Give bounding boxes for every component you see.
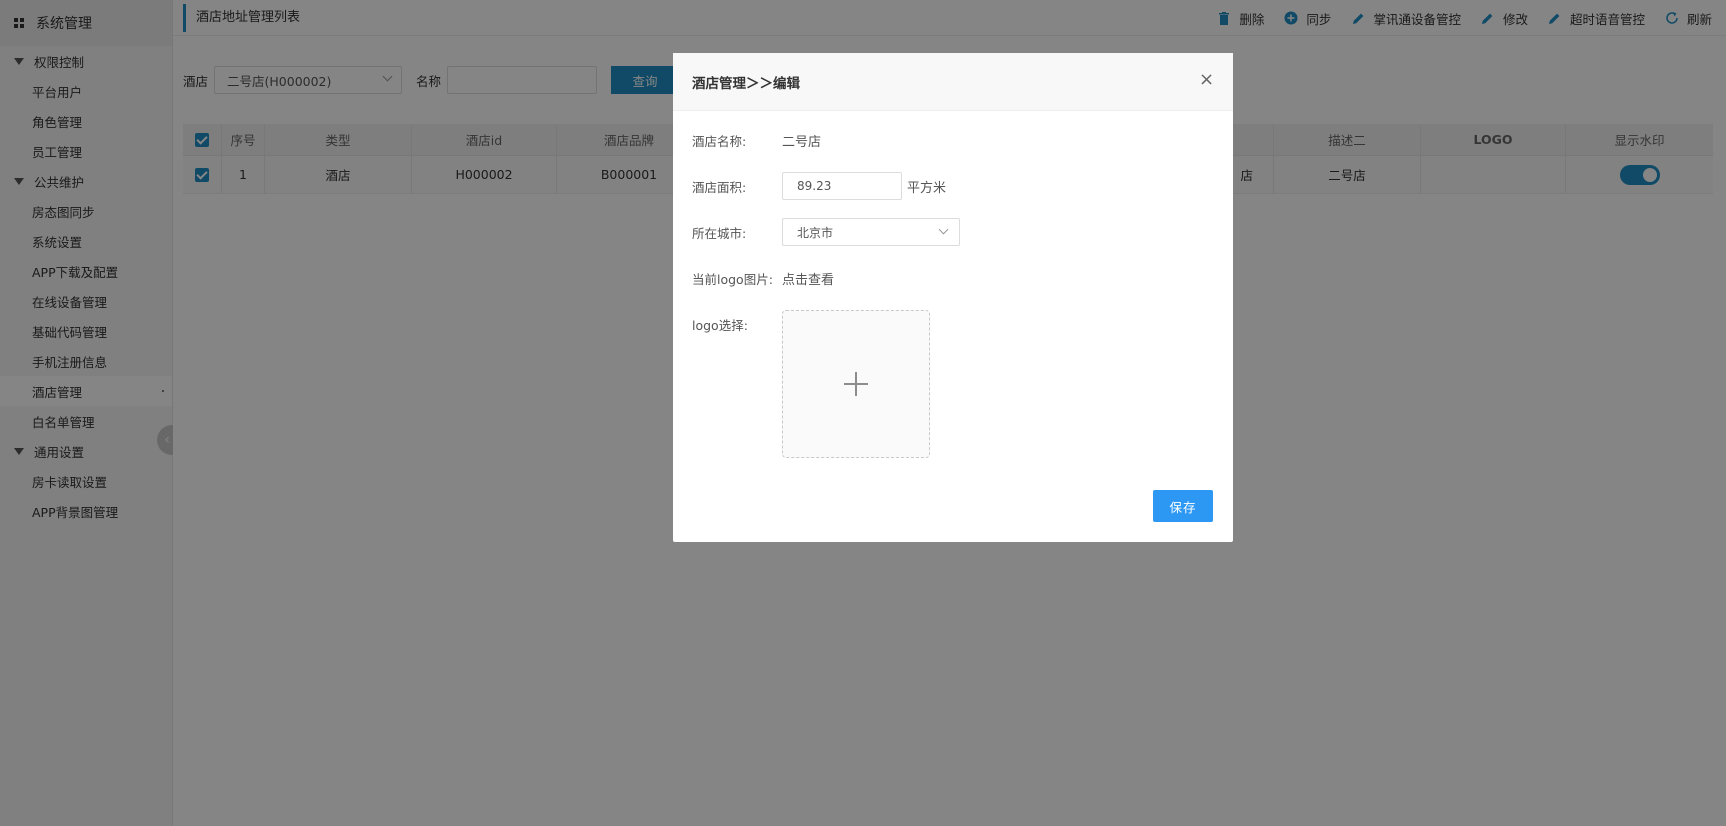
hotel-area-input[interactable]: 89.23 xyxy=(782,172,902,200)
plus-icon xyxy=(844,372,868,396)
form-row-current-logo: 当前logo图片: 点击查看 xyxy=(692,269,834,288)
dialog-title: 酒店管理＞＞编辑 xyxy=(692,75,800,92)
edit-hotel-dialog: 酒店管理＞＞编辑 × 酒店名称: 二号店 酒店面积: 89.23 平方米 所在城… xyxy=(673,53,1233,542)
city-select[interactable]: 北京市 xyxy=(782,218,960,246)
hotel-area-label: 酒店面积: xyxy=(692,179,747,195)
form-row-city: 所在城市: 北京市 xyxy=(692,218,960,246)
hotel-name-label: 酒店名称: xyxy=(692,134,747,149)
current-logo-label: 当前logo图片: xyxy=(692,272,773,287)
hotel-name-value: 二号店 xyxy=(782,135,822,150)
close-icon[interactable]: × xyxy=(1199,71,1214,89)
city-value: 北京市 xyxy=(797,225,834,240)
city-label: 所在城市: xyxy=(692,225,747,241)
chevron-down-icon xyxy=(938,224,949,235)
view-logo-link[interactable]: 点击查看 xyxy=(782,269,834,288)
form-row-hotel-name: 酒店名称: 二号店 xyxy=(692,131,821,150)
save-button[interactable]: 保存 xyxy=(1153,490,1213,522)
form-row-hotel-area: 酒店面积: 89.23 平方米 xyxy=(692,172,946,200)
logo-select-label: logo选择: xyxy=(692,318,748,333)
logo-upload-area[interactable] xyxy=(782,310,930,458)
dialog-header: 酒店管理＞＞编辑 × xyxy=(673,53,1233,111)
form-row-logo-select: logo选择: xyxy=(692,315,782,334)
area-unit: 平方米 xyxy=(907,180,947,196)
